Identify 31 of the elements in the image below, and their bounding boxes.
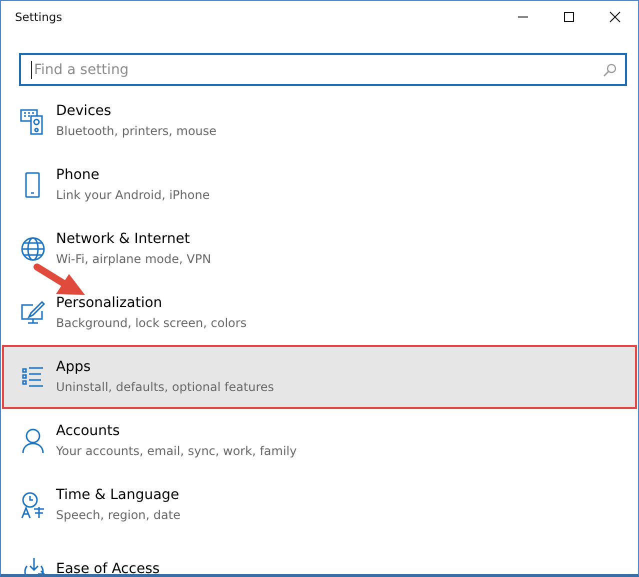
item-description: Speech, region, date: [56, 507, 180, 524]
item-description: Uninstall, defaults, optional features: [56, 379, 274, 396]
item-description: Bluetooth, printers, mouse: [56, 123, 217, 140]
item-title: Ease of Access: [56, 560, 160, 574]
settings-item[interactable]: Devices Bluetooth, printers, mouse: [2, 89, 637, 153]
search-field[interactable]: Find a setting: [19, 53, 627, 86]
item-title: Phone: [56, 166, 100, 185]
clock-language-icon: [19, 490, 47, 520]
settings-item[interactable]: Ease of Access: [2, 537, 637, 574]
settings-item[interactable]: Accounts Your accounts, email, sync, work, family: [2, 409, 637, 473]
arrow: [34, 264, 85, 295]
close-icon: [609, 11, 621, 23]
item-title: Time & Language: [56, 486, 180, 505]
item-title: Devices: [56, 102, 112, 121]
settings-item[interactable]: Apps Uninstall, defaults, optional features: [2, 345, 637, 409]
item-description: Link your Android, iPhone: [56, 187, 210, 204]
item-description: Background, lock screen, colors: [56, 315, 247, 332]
settings-item[interactable]: Phone Link your Android, iPhone: [2, 153, 637, 217]
item-title: Accounts: [56, 422, 121, 441]
search-icon: [603, 63, 617, 77]
item-title: Apps: [56, 358, 92, 377]
item-title: Personalization: [56, 294, 164, 313]
item-title: Network & Internet: [56, 230, 191, 249]
window-title: Settings: [14, 10, 64, 24]
settings-item[interactable]: Personalization Background, lock screen, colors: [2, 281, 637, 345]
maximize-icon: [563, 11, 575, 23]
text-cursor: [31, 61, 32, 79]
item-description: Your accounts, email, sync, work, family: [56, 443, 297, 460]
settings-item[interactable]: Network & Internet Wi-Fi, airplane mode, VPN: [2, 217, 637, 281]
item-description: Wi-Fi, airplane mode, VPN: [56, 251, 212, 268]
settings-item[interactable]: Time & Language Speech, region, date: [2, 473, 637, 537]
